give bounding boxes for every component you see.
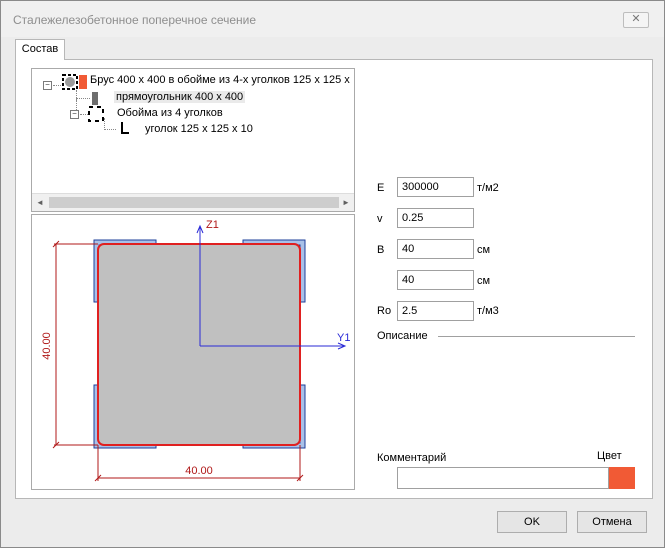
- ok-button[interactable]: OK: [497, 511, 567, 533]
- tree-connector: [80, 114, 88, 115]
- vertical-dimension: [52, 240, 98, 449]
- tree-item-angle-cage[interactable]: Обойма из 4 уголков: [117, 107, 223, 119]
- dialog-window: Сталежелезобетонное поперечное сечение ✕…: [0, 0, 665, 548]
- poisson-field[interactable]: 0.25: [397, 208, 474, 228]
- expand-cage-icon[interactable]: −: [70, 110, 79, 119]
- color-label: Цвет: [597, 450, 622, 462]
- e-modulus-field[interactable]: 300000: [397, 177, 474, 197]
- e-unit: т/м2: [477, 182, 499, 194]
- scroll-right-icon[interactable]: ►: [338, 194, 354, 211]
- tree-horizontal-scrollbar[interactable]: ◄ ►: [32, 193, 354, 211]
- angle-profile-icon: [121, 122, 129, 134]
- ro-unit: т/м3: [477, 305, 499, 317]
- title-bar: Сталежелезобетонное поперечное сечение ✕: [1, 1, 664, 37]
- scroll-left-icon[interactable]: ◄: [32, 194, 48, 211]
- z-axis-label: Z1: [206, 219, 219, 231]
- height-field[interactable]: 40: [397, 270, 474, 290]
- expand-root-icon[interactable]: −: [43, 81, 52, 90]
- tree-item-rectangle[interactable]: прямоугольник 400 x 400: [114, 91, 246, 103]
- width-field[interactable]: 40: [397, 239, 474, 259]
- cancel-button[interactable]: Отмена: [577, 511, 647, 533]
- h-unit: см: [477, 275, 491, 287]
- composite-section-icon: [62, 74, 87, 90]
- y-axis-label: Y1: [337, 332, 350, 344]
- b-unit: см: [477, 244, 491, 256]
- comment-field[interactable]: [397, 467, 609, 489]
- tree-item-composite[interactable]: Брус 400 x 400 в обойме из 4-х уголков 1…: [90, 74, 350, 86]
- comment-label: Комментарий: [377, 452, 447, 464]
- tree-connector: [104, 129, 116, 130]
- tree-connector: [76, 98, 90, 99]
- height-dimension-label: 40.00: [41, 332, 53, 360]
- description-label: Описание: [377, 330, 428, 342]
- composition-tree[interactable]: − Брус 400 x 400 в обойме из 4-х уголков…: [31, 68, 355, 212]
- concrete-core: [97, 243, 301, 446]
- e-label: E: [377, 182, 385, 194]
- scroll-thumb[interactable]: [49, 197, 339, 208]
- section-drawing: Z1 Y1 40.00 40.00: [31, 214, 355, 490]
- width-dimension-label: 40.00: [185, 465, 213, 477]
- tab-composition[interactable]: Состав: [15, 39, 65, 60]
- ro-label: Ro: [377, 305, 392, 317]
- v-label: v: [377, 213, 383, 225]
- tree-item-angle[interactable]: уголок 125 x 125 x 10: [145, 123, 253, 135]
- description-separator: [438, 336, 635, 337]
- density-field[interactable]: 2.5: [397, 301, 474, 321]
- section-canvas: Z1 Y1 40.00 40.00: [41, 219, 350, 482]
- angle-cage-icon: [88, 106, 104, 122]
- color-swatch[interactable]: [609, 467, 635, 489]
- close-button[interactable]: ✕: [623, 12, 649, 28]
- rectangle-icon: [92, 92, 98, 105]
- b-label: B: [377, 244, 385, 256]
- window-title: Сталежелезобетонное поперечное сечение: [13, 13, 257, 27]
